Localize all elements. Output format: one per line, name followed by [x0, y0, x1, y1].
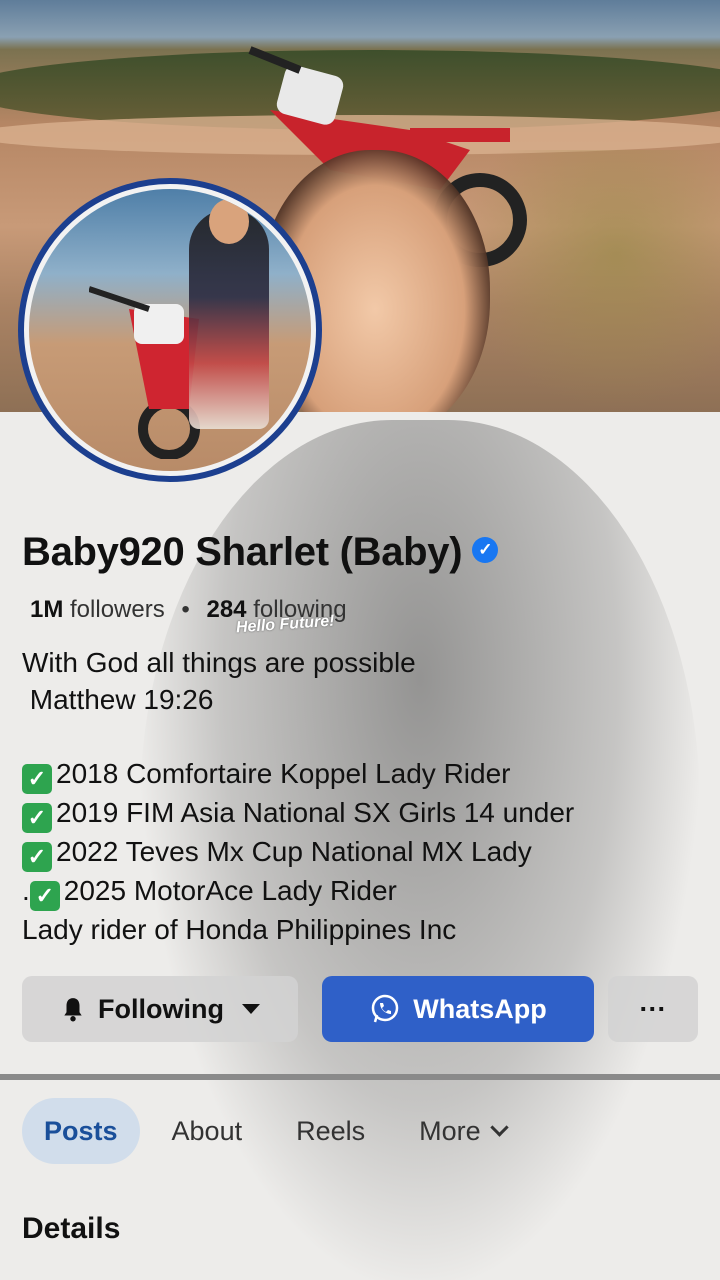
bio-line: Matthew 19:26 — [22, 684, 214, 715]
chevron-down-icon — [489, 1118, 509, 1137]
tab-about[interactable]: About — [150, 1098, 265, 1164]
bio-line: 2019 FIM Asia National SX Girls 14 under — [56, 797, 575, 828]
bio-line: 2022 Teves Mx Cup National MX Lady — [56, 836, 532, 867]
followers-label[interactable]: followers — [70, 596, 165, 623]
profile-name: Baby920 Sharlet (Baby) ✓ — [22, 530, 499, 575]
bio-line: With God all things are possible — [22, 647, 416, 678]
whatsapp-button-label: WhatsApp — [413, 993, 547, 1024]
caret-down-icon — [241, 1004, 260, 1014]
avatar-rider-head — [209, 199, 249, 244]
profile-avatar[interactable] — [18, 178, 322, 482]
check-icon: ✓ — [22, 842, 52, 872]
ellipsis-icon: ··· — [639, 993, 667, 1024]
check-icon: ✓ — [22, 764, 52, 794]
tab-more[interactable]: More — [397, 1098, 528, 1164]
profile-tabs: Posts About Reels More — [22, 1098, 538, 1164]
bio-line-prefix: . — [22, 875, 30, 906]
check-icon: ✓ — [22, 803, 52, 833]
following-button-label: Following — [98, 993, 224, 1024]
bio-line: 2018 Comfortaire Koppel Lady Rider — [56, 758, 511, 789]
verified-badge-icon: ✓ — [472, 537, 499, 564]
details-heading: Details — [22, 1212, 121, 1245]
stats-separator: • — [181, 596, 190, 623]
more-options-button[interactable]: ··· — [608, 976, 698, 1042]
tab-reels[interactable]: Reels — [274, 1098, 387, 1164]
following-button[interactable]: Following — [22, 976, 298, 1042]
tab-posts[interactable]: Posts — [22, 1098, 140, 1164]
bell-icon — [64, 998, 82, 1022]
avatar-image — [29, 189, 311, 471]
followers-count[interactable]: 1M — [30, 596, 63, 623]
check-icon: ✓ — [29, 881, 60, 911]
whatsapp-icon — [372, 994, 399, 1023]
section-divider — [0, 1074, 720, 1080]
tab-more-label: More — [419, 1116, 481, 1146]
bio-line: 2025 MotorAce Lady Rider — [63, 875, 397, 906]
bio-line: Lady rider of Honda Philippines Inc — [22, 914, 457, 945]
bio: With God all things are possible Matthew… — [22, 644, 574, 948]
profile-name-text: Baby920 Sharlet (Baby) — [22, 530, 463, 574]
whatsapp-button[interactable]: WhatsApp — [322, 976, 594, 1042]
